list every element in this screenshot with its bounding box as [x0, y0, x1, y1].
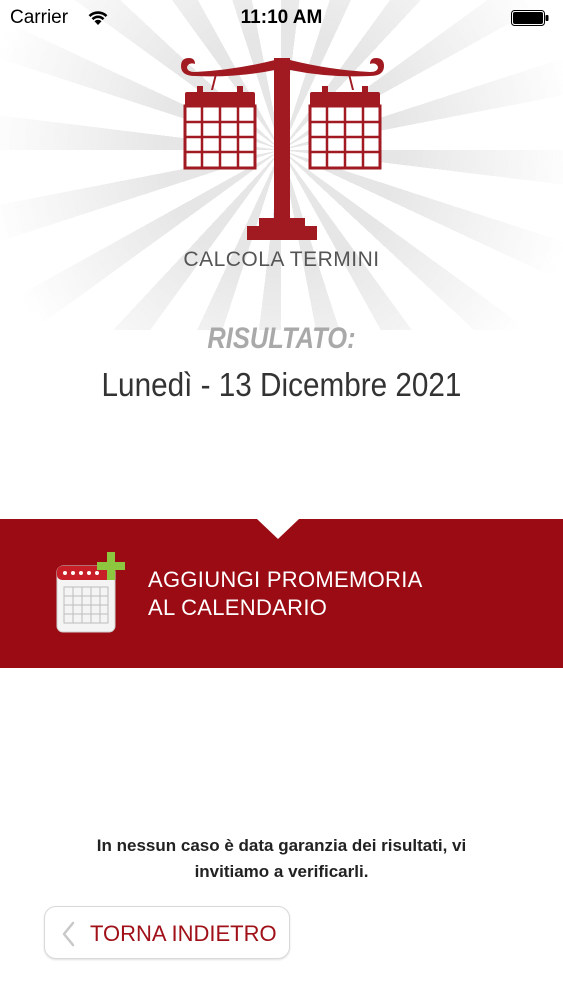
disclaimer-line1: In nessun caso è data garanzia dei risul…	[96, 836, 467, 855]
result-label: RISULTATO:	[207, 322, 356, 355]
add-reminder-label: AGGIUNGI PROMEMORIA AL CALENDARIO	[148, 566, 423, 622]
banner-notch	[257, 519, 299, 539]
add-reminder-line1: AGGIUNGI PROMEMORIA	[148, 567, 423, 592]
battery-icon	[511, 10, 549, 26]
back-button[interactable]: TORNA INDIETRO	[44, 906, 290, 959]
chevron-left-icon	[62, 921, 75, 947]
app-title: CALCOLA TERMINI	[183, 248, 380, 271]
scales-calendar-icon	[181, 58, 384, 240]
calendar-add-icon	[56, 552, 125, 633]
disclaimer-text: In nessun caso è data garanzia dei risul…	[60, 833, 503, 885]
back-button-label: TORNA INDIETRO	[90, 921, 277, 946]
status-bar: Carrier 11:10 AM	[0, 0, 563, 36]
disclaimer-line2: invitiamo a verificarli.	[194, 862, 369, 881]
clock: 11:10 AM	[240, 7, 323, 28]
add-reminder-button[interactable]: AGGIUNGI PROMEMORIA AL CALENDARIO	[0, 519, 563, 668]
add-reminder-line2: AL CALENDARIO	[148, 595, 328, 620]
result-date: Lunedì - 13 Dicembre 2021	[101, 366, 462, 403]
